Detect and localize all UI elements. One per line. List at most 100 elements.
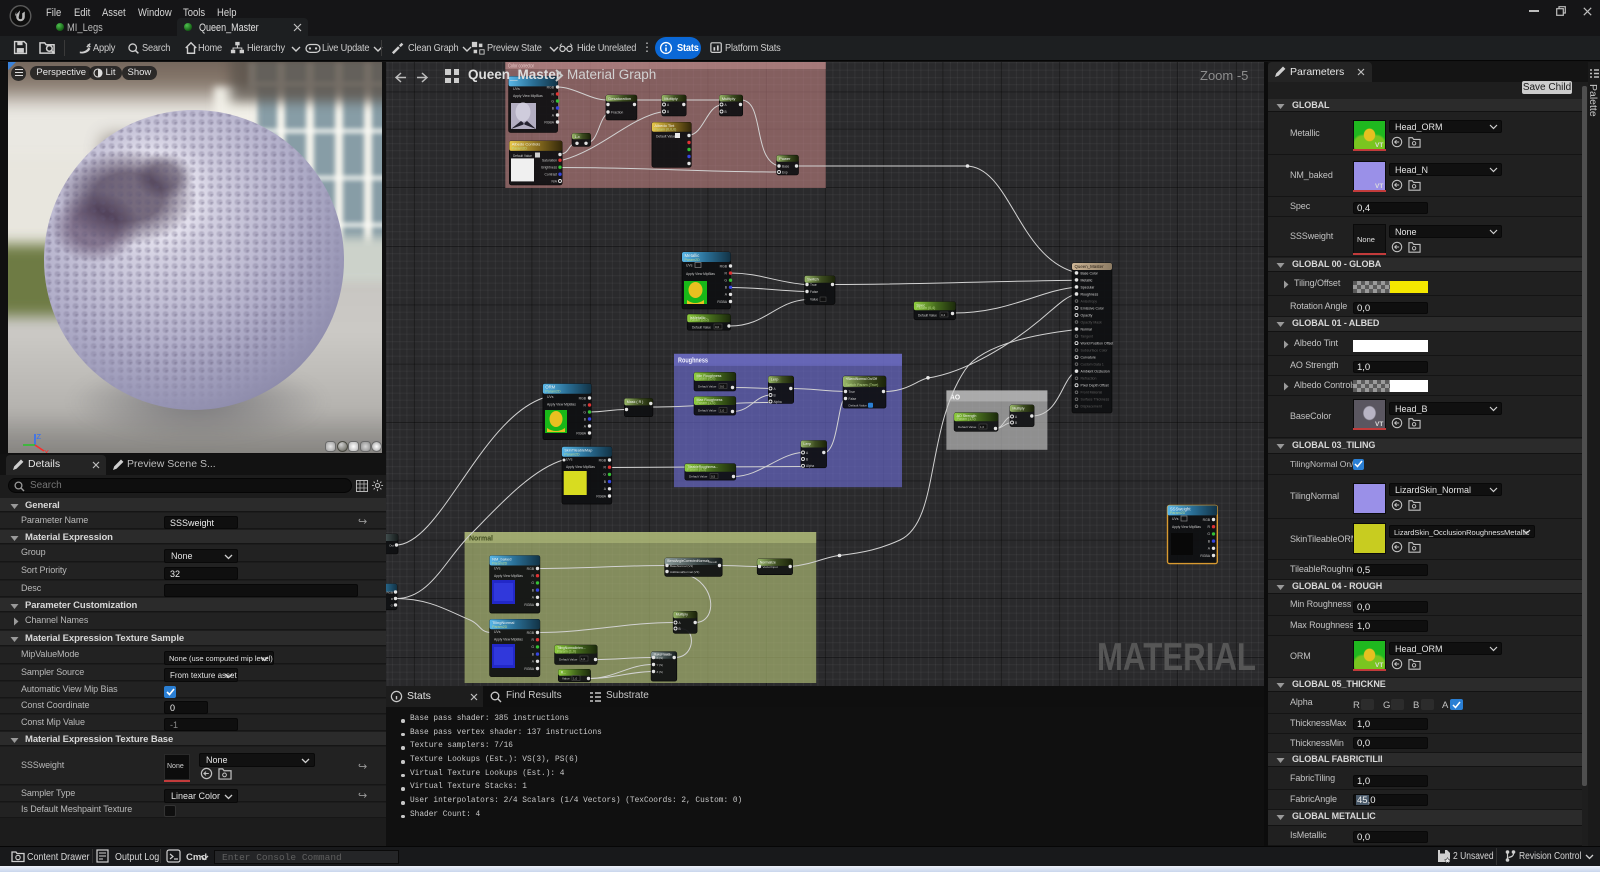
svg-text:Default Value: Default Value <box>958 425 977 429</box>
svg-text:MATERIAL: MATERIAL <box>1097 640 1256 676</box>
svg-text:RGBA: RGBA <box>596 494 606 498</box>
svg-text:Surface Thickness: Surface Thickness <box>1081 398 1110 402</box>
svg-text:Displacement: Displacement <box>1081 405 1102 409</box>
svg-text:Param2D: Param2D <box>685 258 701 262</box>
svg-text:Opacity: Opacity <box>1081 313 1093 317</box>
svg-text:Param (0,0): Param (0,0) <box>690 318 709 322</box>
svg-text:R...: R... <box>561 671 566 675</box>
svg-text:G: G <box>531 581 534 585</box>
svg-text:Pixel Depth Offset: Pixel Depth Offset <box>1081 384 1109 388</box>
svg-text:RGB: RGB <box>720 264 728 268</box>
svg-text:G: G <box>1207 532 1210 536</box>
svg-text:B: B <box>667 110 669 114</box>
svg-text:Lerp: Lerp <box>803 442 811 446</box>
svg-text:BlendAngleCorrectedNormals: BlendAngleCorrectedNormals <box>667 559 710 563</box>
svg-text:1,0: 1,0 <box>581 657 586 661</box>
svg-text:G: G <box>531 645 534 649</box>
svg-text:Default Value: Default Value <box>849 404 868 408</box>
svg-text:B: B <box>679 627 681 631</box>
svg-text:VectorInput: VectorInput <box>763 565 778 569</box>
svg-text:Ambient Occlusion: Ambient Occlusion <box>1081 370 1110 374</box>
svg-text:Switch Param (True): Switch Param (True) <box>846 383 879 387</box>
svg-text:Default Value: Default Value <box>656 135 676 139</box>
svg-text:Default Value: Default Value <box>559 658 578 662</box>
svg-text:0,4: 0,4 <box>941 313 946 317</box>
svg-text:Param2D: Param2D <box>492 561 508 565</box>
svg-text:RGBA: RGBA <box>576 431 586 435</box>
svg-text:Default Value: Default Value <box>513 154 532 158</box>
svg-text:RGB: RGB <box>386 590 393 594</box>
svg-text:Param (0,0): Param (0,0) <box>697 377 716 381</box>
svg-text:Mask ( R ): Mask ( R ) <box>627 400 644 404</box>
svg-text:Z (S): Z (S) <box>657 670 663 674</box>
svg-text:Normalize: Normalize <box>760 560 776 564</box>
svg-text:True: True <box>849 390 856 394</box>
svg-text:Tangent: Tangent <box>1081 334 1093 338</box>
svg-text:Roughness: Roughness <box>678 356 708 365</box>
svg-text:Param (1,0): Param (1,0) <box>557 649 576 653</box>
svg-text:Default Value: Default Value <box>689 475 708 479</box>
svg-text:Value: Value <box>562 677 570 681</box>
svg-text:RGB: RGB <box>1203 518 1211 522</box>
svg-text:AdditionalNormal (V3): AdditionalNormal (V3) <box>670 570 699 574</box>
svg-text:Param (1,0): Param (1,0) <box>697 401 716 405</box>
svg-text:Base Color: Base Color <box>1081 271 1099 275</box>
svg-text:Param (0,4): Param (0,4) <box>916 306 935 310</box>
svg-text:Y (S): Y (S) <box>657 663 664 667</box>
svg-text:Specular: Specular <box>1081 285 1096 289</box>
svg-text:Alpha: Alpha <box>806 464 814 468</box>
svg-text:Out: Out <box>389 543 394 547</box>
svg-text:Anisotropy: Anisotropy <box>1081 299 1098 303</box>
svg-text:Param (0,5): Param (0,5) <box>687 468 706 472</box>
svg-text:Exp: Exp <box>782 170 788 174</box>
svg-text:B: B <box>1015 421 1017 425</box>
svg-text:0,0: 0,0 <box>715 325 720 329</box>
svg-text:0,5: 0,5 <box>711 474 716 478</box>
svg-text:G: G <box>551 99 554 103</box>
svg-text:Refraction: Refraction <box>1081 377 1097 381</box>
svg-text:UVs: UVs <box>1172 517 1179 521</box>
svg-text:B: B <box>774 393 776 397</box>
svg-text:Value: Value <box>810 297 818 301</box>
svg-text:RGB: RGB <box>527 631 535 635</box>
svg-text:Saturation: Saturation <box>542 159 557 163</box>
svg-text:Multiply: Multiply <box>722 96 736 101</box>
svg-text:World Position Offset: World Position Offset <box>1081 342 1114 346</box>
svg-text:Apply View MipBias: Apply View MipBias <box>494 574 523 578</box>
svg-text:Curvature: Curvature <box>1081 356 1096 360</box>
svg-text:False: False <box>849 397 857 401</box>
svg-text:Result: Result <box>664 653 672 657</box>
svg-text:Multiply: Multiply <box>1012 406 1024 410</box>
svg-text:Front Material: Front Material <box>1081 391 1103 395</box>
svg-text:Apply View MipBias: Apply View MipBias <box>494 638 523 642</box>
svg-text:Result: Result <box>708 560 717 564</box>
svg-text:Multiply: Multiply <box>664 96 678 101</box>
svg-text:Subsurface Color: Subsurface Color <box>1081 349 1109 353</box>
svg-text:Metallic: Metallic <box>1081 278 1093 282</box>
svg-text:Default Value: Default Value <box>692 326 711 330</box>
svg-text:Opacity Mask: Opacity Mask <box>1081 320 1102 324</box>
svg-text:RGBA: RGBA <box>544 120 554 124</box>
svg-text:Apply View MipBias: Apply View MipBias <box>513 94 543 98</box>
svg-text:Param (1,0): Param (1,0) <box>957 417 976 421</box>
svg-text:Param2D: Param2D <box>545 390 561 394</box>
svg-text:Emissive Color: Emissive Color <box>1081 306 1105 310</box>
svg-text:Desaturation: Desaturation <box>608 96 631 101</box>
svg-text:0,0: 0,0 <box>720 385 725 389</box>
svg-text:Default Value: Default Value <box>698 385 717 389</box>
svg-text:Default Value: Default Value <box>918 314 937 318</box>
svg-text:False: False <box>810 290 818 294</box>
svg-text:RGB: RGB <box>527 567 535 571</box>
svg-text:Custom Data 1: Custom Data 1 <box>1081 363 1104 367</box>
svg-text:RGBA: RGBA <box>524 667 534 671</box>
svg-text:RGB: RGB <box>547 85 555 89</box>
svg-text:RGB: RGB <box>599 458 607 462</box>
svg-text:UVs: UVs <box>494 630 501 634</box>
svg-text:B: B <box>725 110 727 114</box>
svg-text:Fraction: Fraction <box>611 110 623 114</box>
svg-text:UVs: UVs <box>494 567 501 571</box>
svg-text:1-x: 1-x <box>575 135 580 139</box>
svg-text:G: G <box>583 410 586 414</box>
svg-text:1,0: 1,0 <box>980 425 985 429</box>
svg-text:Apply View MipBias: Apply View MipBias <box>566 465 595 469</box>
